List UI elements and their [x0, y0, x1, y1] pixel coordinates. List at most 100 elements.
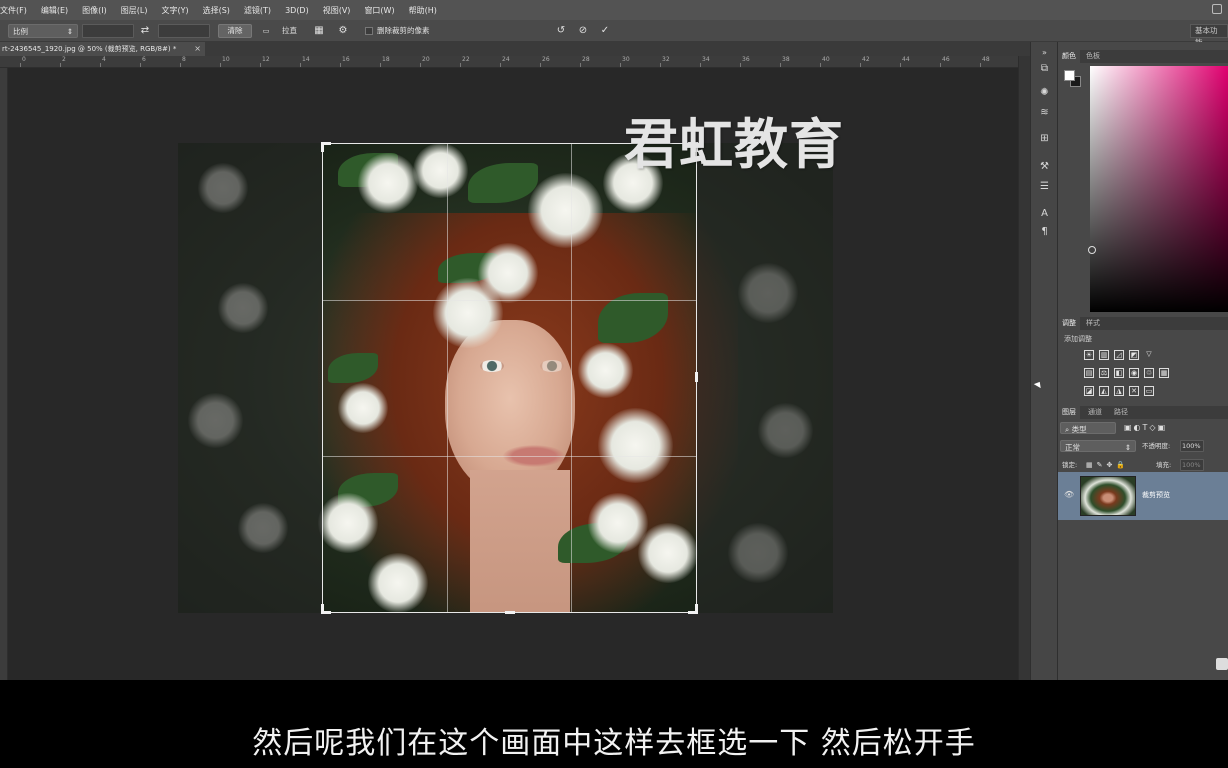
layer-filter-select[interactable]: ⌕ 类型	[1060, 422, 1116, 434]
close-icon[interactable]: ×	[194, 42, 201, 56]
opacity-input[interactable]: 100%	[1180, 440, 1204, 452]
ruler-tick	[660, 63, 661, 67]
menu-edit[interactable]: 编辑(E)	[41, 5, 68, 16]
color-lookup-icon[interactable]: ▦	[1159, 368, 1169, 378]
clear-button[interactable]: 清除	[218, 24, 252, 38]
crop-grid-line	[323, 455, 696, 457]
ruler-tick	[700, 63, 701, 67]
ruler-label: 16	[342, 56, 350, 63]
crop-ratio-select[interactable]: 比例 ⇕	[8, 24, 78, 38]
reset-icon[interactable]: ↺	[554, 24, 568, 38]
clone-source-icon[interactable]: ⊞	[1038, 132, 1051, 145]
color-picker-field[interactable]	[1090, 66, 1228, 312]
invert-icon[interactable]: ◪	[1084, 386, 1094, 396]
tab-styles[interactable]: 样式	[1082, 317, 1104, 330]
document-tab[interactable]: rt-2436545_1920.jpg @ 50% (裁剪预览, RGB/8#)…	[0, 42, 205, 56]
visibility-eye-icon[interactable]: 👁	[1064, 490, 1074, 499]
crop-box[interactable]	[321, 142, 698, 614]
menu-help[interactable]: 帮助(H)	[409, 5, 437, 16]
crop-handle-right[interactable]	[695, 372, 698, 382]
ruler-label: 4	[102, 56, 106, 63]
ruler-label: 38	[782, 56, 790, 63]
tab-layers[interactable]: 图层	[1058, 406, 1080, 419]
menu-layer[interactable]: 图层(L)	[121, 5, 148, 16]
brush-settings-icon[interactable]: ✺	[1038, 86, 1051, 99]
crop-width-input[interactable]	[82, 24, 134, 38]
menu-type[interactable]: 文字(Y)	[161, 5, 188, 16]
delete-cropped-checkbox[interactable]	[365, 27, 373, 35]
blend-mode-select[interactable]: 正常 ⇕	[1060, 440, 1136, 452]
tab-swatches[interactable]: 色板	[1082, 50, 1104, 63]
panel-options-icon[interactable]	[1216, 658, 1228, 670]
fill-input[interactable]: 100%	[1180, 459, 1204, 471]
right-panels: 颜色 色板 调整 样式 添加调整 ☀ ▥ ◿ ◩ ▽ ▤ ⚖ ◧ ◉ ♲ ▦ ◪	[1058, 42, 1228, 680]
add-adjustment-label: 添加调整	[1064, 335, 1092, 343]
brightness-icon[interactable]: ☀	[1084, 350, 1094, 360]
menu-file[interactable]: 文件(F)	[0, 5, 27, 16]
workspace-button[interactable]: 基本功能	[1190, 24, 1228, 47]
tab-channels[interactable]: 通道	[1084, 406, 1106, 419]
vibrance-icon[interactable]: ▽	[1144, 350, 1154, 360]
brush-presets-icon[interactable]: ≋	[1038, 106, 1051, 119]
channel-mixer-icon[interactable]: ♲	[1144, 368, 1154, 378]
selective-color-icon[interactable]: ✕	[1129, 386, 1139, 396]
crop-handle-bottom-left[interactable]	[321, 604, 324, 614]
ruler-tick	[820, 63, 821, 67]
menu-window[interactable]: 窗口(W)	[364, 5, 394, 16]
menu-filter[interactable]: 滤镜(T)	[244, 5, 271, 16]
posterize-icon[interactable]: ◭	[1099, 386, 1109, 396]
menu-select[interactable]: 选择(S)	[203, 5, 230, 16]
crop-shield-right	[697, 143, 833, 613]
crop-grid-line	[447, 144, 449, 612]
crop-height-input[interactable]	[158, 24, 210, 38]
ruler-label: 2	[62, 56, 66, 63]
layer-filter-value: 类型	[1071, 425, 1087, 434]
threshold-icon[interactable]: ◮	[1114, 386, 1124, 396]
history-icon[interactable]: ⧉	[1038, 62, 1051, 75]
menu-image[interactable]: 图像(I)	[82, 5, 107, 16]
crop-handle-bottom[interactable]	[505, 611, 515, 614]
gear-icon[interactable]: ⚙	[336, 24, 350, 38]
swap-icon[interactable]: ⇄	[138, 24, 152, 38]
tool-presets-icon[interactable]: ⚒	[1038, 160, 1051, 173]
photo-filter-icon[interactable]: ◉	[1129, 368, 1139, 378]
tab-adjustments[interactable]: 调整	[1058, 317, 1080, 330]
paragraph-icon[interactable]: ¶	[1038, 225, 1051, 238]
window-control-icon[interactable]	[1212, 4, 1222, 14]
layer-name[interactable]: 裁剪预览	[1142, 490, 1170, 500]
ruler-tick	[340, 63, 341, 67]
foreground-color-swatch[interactable]	[1064, 70, 1075, 81]
menu-3d[interactable]: 3D(D)	[285, 6, 309, 15]
layer-row-selected[interactable]: 👁 裁剪预览	[1058, 472, 1228, 520]
commit-check-icon[interactable]: ✓	[598, 24, 612, 38]
grid-overlay-icon[interactable]: ▦	[312, 24, 326, 38]
straighten-icon[interactable]: ▭	[258, 24, 274, 38]
gradient-map-icon[interactable]: ▭	[1144, 386, 1154, 396]
straighten-label[interactable]: 拉直	[282, 24, 297, 38]
menu-view[interactable]: 视图(V)	[323, 5, 351, 16]
menu-bar: 文件(F) 编辑(E) 图像(I) 图层(L) 文字(Y) 选择(S) 滤镜(T…	[0, 0, 1228, 20]
ruler-label: 46	[942, 56, 950, 63]
cancel-icon[interactable]: ⊘	[576, 24, 590, 38]
tab-color[interactable]: 颜色	[1058, 50, 1080, 63]
collapse-arrows-icon[interactable]: »	[1038, 46, 1051, 59]
color-picker-ring[interactable]	[1088, 246, 1096, 254]
black-white-icon[interactable]: ◧	[1114, 368, 1124, 378]
curves-icon[interactable]: ◿	[1114, 350, 1124, 360]
ruler-label: 30	[622, 56, 630, 63]
layer-filter-icons[interactable]: ▣◐T◇▣	[1124, 421, 1167, 435]
ruler-tick	[300, 63, 301, 67]
hue-saturation-icon[interactable]: ▤	[1084, 368, 1094, 378]
character-icon[interactable]: A	[1038, 207, 1051, 220]
adjustment-icons-row-2: ▤ ⚖ ◧ ◉ ♲ ▦	[1084, 368, 1169, 378]
properties-icon[interactable]: ☰	[1038, 180, 1051, 193]
ruler-label: 14	[302, 56, 310, 63]
color-balance-icon[interactable]: ⚖	[1099, 368, 1109, 378]
levels-icon[interactable]: ▥	[1099, 350, 1109, 360]
vertical-scrollbar[interactable]	[1018, 56, 1030, 680]
tab-paths[interactable]: 路径	[1110, 406, 1132, 419]
lock-icons[interactable]: ▦✎✥🔒	[1086, 458, 1129, 472]
exposure-icon[interactable]: ◩	[1129, 350, 1139, 360]
crop-handle-top-left[interactable]	[321, 142, 324, 152]
crop-handle-bottom-right[interactable]	[695, 604, 698, 614]
